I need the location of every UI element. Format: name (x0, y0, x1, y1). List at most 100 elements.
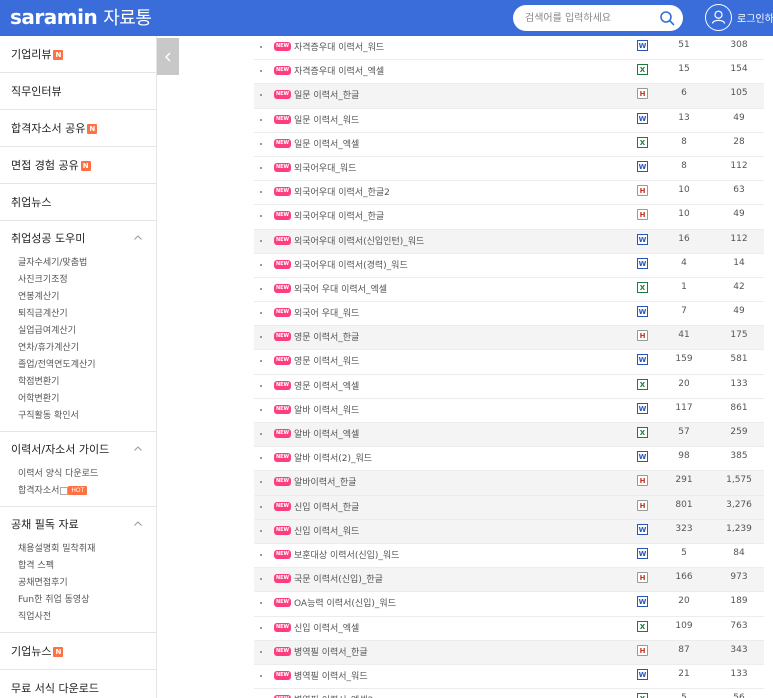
resume-title-link[interactable]: 병역필 이력서_워드 (294, 669, 368, 682)
sidebar-sub-item[interactable]: 사진크기조정 (0, 272, 156, 289)
table-row[interactable]: NEW 자격증우대 이력서_엑셀 X 15 154 (254, 60, 764, 85)
word-file-icon[interactable]: W (637, 306, 648, 318)
table-row[interactable]: NEW 외국어 우대_워드 W 7 49 (254, 302, 764, 327)
sidebar-item-bottom_items-0[interactable]: 기업뉴스 N (0, 633, 156, 670)
word-file-icon[interactable]: W (637, 40, 648, 51)
word-file-icon[interactable]: W (637, 233, 648, 245)
sidebar-sub-item[interactable]: 합격 스펙 (0, 558, 156, 575)
table-row[interactable]: NEW 일문 이력서_엑셀 X 8 28 (254, 133, 764, 157)
sidebar-sub-item[interactable]: Fun한 취업 동영상 (0, 592, 156, 609)
sidebar-item-top_items-4[interactable]: 취업뉴스 (0, 184, 156, 221)
word-file-icon[interactable]: W (637, 402, 648, 414)
table-row[interactable]: NEW 영문 이력서_한글 H 41 175 (254, 326, 764, 351)
sidebar-item-top_items-3[interactable]: 면접 경험 공유 N (0, 147, 156, 184)
sidebar-item-top_items-0[interactable]: 기업리뷰 N (0, 36, 156, 73)
table-row[interactable]: NEW 외국어우대 이력서_한글 H 10 49 (254, 205, 764, 230)
sidebar-sub-item[interactable]: 구직활동 확인서 (0, 408, 156, 425)
table-row[interactable]: NEW병역필 이력서_엑셀2X556 (254, 689, 764, 698)
sidebar-group-title[interactable]: 취업성공 도우미 (0, 221, 156, 255)
table-row[interactable]: NEW 외국어우대 이력서(신입인턴)_워드 W 16 112 (254, 229, 764, 254)
excel-file-icon[interactable]: X (637, 427, 648, 438)
sidebar-sub-item[interactable]: 실업급여계산기 (0, 323, 156, 340)
sidebar-sub-item[interactable]: 합격자소서 HOT (0, 483, 156, 500)
word-file-icon[interactable]: W (637, 451, 648, 463)
table-row[interactable]: NEW 병역필 이력서_워드 W 21 133 (254, 665, 764, 690)
resume-title-link[interactable]: 자격증우대 이력서_엑셀 (294, 64, 384, 77)
table-row[interactable]: NEW 병역필 이력서_한글 H 87 343 (254, 640, 764, 665)
sidebar-sub-item[interactable]: 이력서 양식 다운로드 (0, 466, 156, 483)
search-input[interactable] (525, 9, 655, 27)
sidebar-sub-item[interactable]: 학점변환기 (0, 374, 156, 391)
sidebar-group-title[interactable]: 공채 필독 자료 (0, 507, 156, 541)
resume-title-link[interactable]: 신입 이력서_워드 (294, 524, 359, 537)
sidebar-sub-item[interactable]: 연차/휴가계산기 (0, 340, 156, 357)
sidebar-group-title[interactable]: 이력서/자소서 가이드 (0, 432, 156, 466)
word-file-icon[interactable]: W (637, 257, 648, 269)
table-row[interactable]: NEW 외국어우대 이력서(경력)_워드 W 4 14 (254, 254, 764, 278)
resume-title-link[interactable]: 외국어우대_워드 (294, 161, 356, 174)
login-link[interactable]: 로그인하 (737, 10, 773, 25)
resume-title-link[interactable]: 알바이력서_한글 (294, 475, 356, 488)
resume-title-link[interactable]: 일문 이력서_한글 (294, 88, 359, 101)
sidebar-item-bottom_items-1[interactable]: 무료 서식 다운로드 (0, 670, 156, 698)
sidebar-sub-item[interactable]: 졸업/전역연도계산기 (0, 357, 156, 374)
resume-title-link[interactable]: 병역필 이력서_엑셀2 (294, 693, 373, 698)
resume-title-link[interactable]: 외국어 우대_워드 (294, 306, 359, 319)
hwp-file-icon[interactable]: H (637, 475, 648, 487)
resume-title-link[interactable]: 보훈대상 이력서(신입)_워드 (294, 548, 399, 561)
hwp-file-icon[interactable]: H (637, 499, 648, 511)
resume-title-link[interactable]: 외국어우대 이력서(경력)_워드 (294, 258, 408, 271)
table-row[interactable]: NEW 자격증우대 이력서_워드 W 51 308 (254, 36, 764, 61)
resume-title-link[interactable]: 병역필 이력서_한글 (294, 645, 368, 658)
table-row[interactable]: NEW 알바이력서_한글 H 291 1,575 (254, 471, 764, 496)
sidebar-sub-item[interactable]: 직업사전 (0, 609, 156, 626)
hwp-file-icon[interactable]: H (637, 209, 648, 221)
resume-title-link[interactable]: 알바 이력서(2)_워드 (294, 451, 372, 464)
hwp-file-icon[interactable]: H (637, 88, 648, 100)
table-row[interactable]: NEW 영문 이력서_엑셀 X 20 133 (254, 375, 764, 399)
excel-file-icon[interactable]: X (637, 64, 648, 76)
sidebar-collapse-button[interactable] (157, 38, 179, 75)
word-file-icon[interactable]: W (637, 160, 648, 172)
sidebar-sub-item[interactable]: 공채면접후기 (0, 575, 156, 592)
word-file-icon[interactable]: W (637, 547, 648, 559)
table-row[interactable]: NEW 외국어우대 이력서_한글2 H 10 63 (254, 181, 764, 206)
word-file-icon[interactable]: W (637, 523, 648, 535)
table-row[interactable]: NEW 알바 이력서_엑셀 X 57 259 (254, 423, 764, 448)
word-file-icon[interactable]: W (637, 596, 648, 608)
table-row[interactable]: NEW 보훈대상 이력서(신입)_워드 W 5 84 (254, 544, 764, 569)
excel-file-icon[interactable]: X (637, 136, 648, 148)
resume-title-link[interactable]: 알바 이력서_워드 (294, 403, 359, 416)
sidebar-item-top_items-1[interactable]: 직무인터뷰 (0, 73, 156, 110)
resume-title-link[interactable]: 신입 이력서_한글 (294, 500, 359, 513)
hwp-file-icon[interactable]: H (637, 330, 648, 342)
resume-title-link[interactable]: 신입 이력서_엑셀 (294, 621, 359, 634)
table-row[interactable]: NEW 외국어우대_워드 W 8 112 (254, 157, 764, 182)
table-row[interactable]: NEW 일문 이력서_워드 W 13 49 (254, 109, 764, 133)
resume-title-link[interactable]: OA능력 이력서(신입)_워드 (294, 596, 396, 609)
table-row[interactable]: NEW 알바 이력서(2)_워드 W 98 385 (254, 447, 764, 472)
sidebar-sub-item[interactable]: 어학변환기 (0, 391, 156, 408)
table-row[interactable]: NEW 국문 이력서(신입)_한글 H 166 973 (254, 568, 764, 593)
sidebar-sub-item[interactable]: 연봉계산기 (0, 289, 156, 306)
table-row[interactable]: NEW 외국어 우대 이력서_엑셀 X 1 42 (254, 278, 764, 303)
resume-title-link[interactable]: 국문 이력서(신입)_한글 (294, 572, 383, 585)
word-file-icon[interactable]: W (637, 354, 648, 366)
search-icon[interactable] (659, 10, 675, 26)
table-row[interactable]: NEW OA능력 이력서(신입)_워드 W 20 189 (254, 592, 764, 617)
table-row[interactable]: NEW 일문 이력서_한글 H 6 105 (254, 84, 764, 109)
resume-title-link[interactable]: 자격증우대 이력서_워드 (294, 40, 384, 53)
table-row[interactable]: NEW 신입 이력서_엑셀 X 109 763 (254, 617, 764, 641)
hwp-file-icon[interactable]: H (637, 185, 648, 197)
user-icon[interactable] (705, 4, 732, 31)
table-row[interactable]: NEW 신입 이력서_워드 W 323 1,239 (254, 519, 764, 544)
resume-title-link[interactable]: 일문 이력서_워드 (294, 113, 359, 126)
sidebar-sub-item[interactable]: 채용설명회 밀착취재 (0, 541, 156, 558)
sidebar-sub-item[interactable]: 퇴직금계산기 (0, 306, 156, 323)
resume-title-link[interactable]: 외국어우대 이력서(신입인턴)_워드 (294, 234, 424, 247)
resume-title-link[interactable]: 외국어우대 이력서_한글2 (294, 185, 390, 198)
resume-title-link[interactable]: 외국어우대 이력서_한글 (294, 209, 384, 222)
table-row[interactable]: NEW 알바 이력서_워드 W 117 861 (254, 399, 764, 423)
excel-file-icon[interactable]: X (637, 620, 648, 632)
table-row[interactable]: NEW 영문 이력서_워드 W 159 581 (254, 350, 764, 375)
